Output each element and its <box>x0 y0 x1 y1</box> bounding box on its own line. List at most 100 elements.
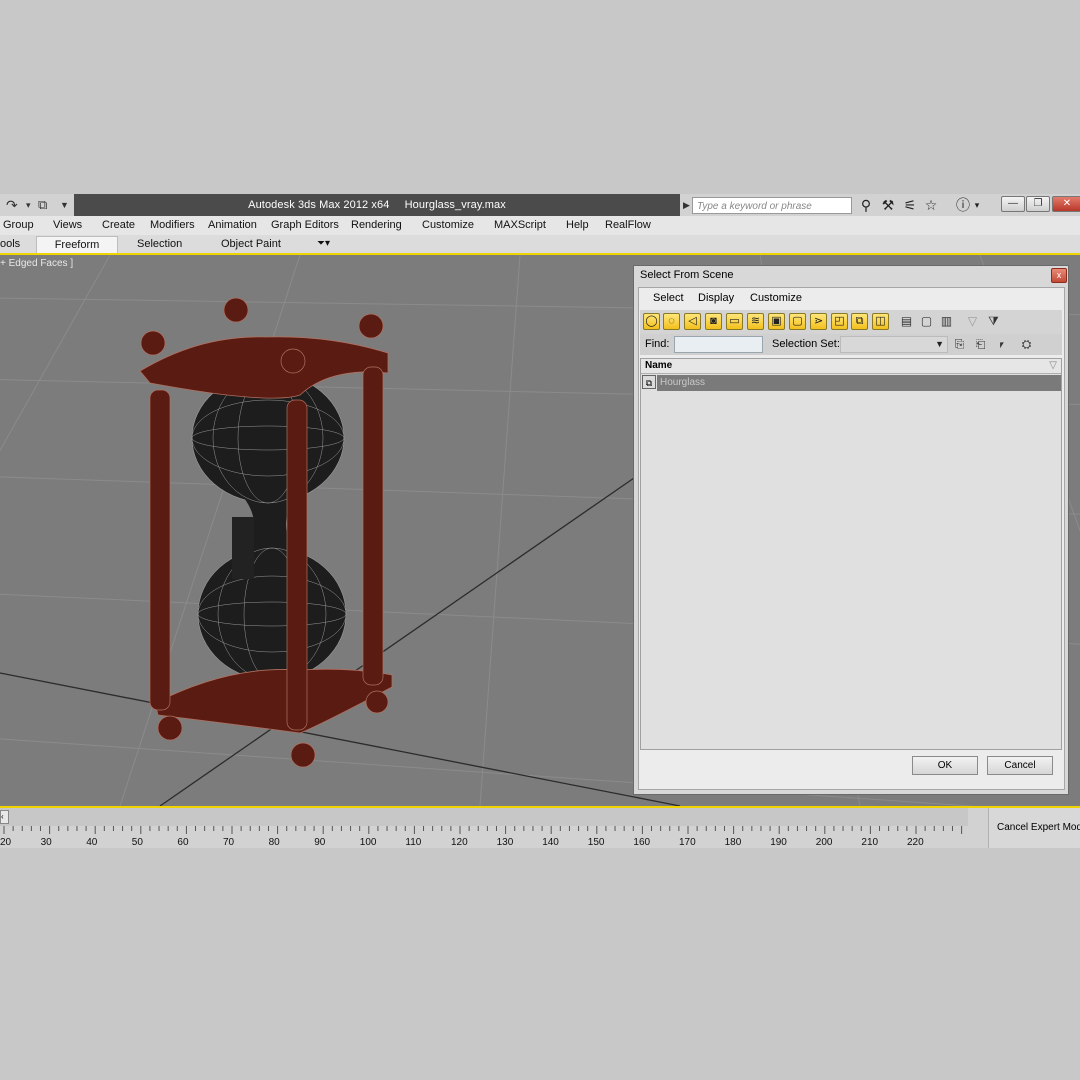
filter-icon[interactable]: ▽ <box>964 313 981 330</box>
menu-customize[interactable]: Customize <box>422 216 474 235</box>
select-none-icon[interactable]: ▢ <box>918 313 935 330</box>
menu-animation[interactable]: Animation <box>208 216 257 235</box>
frame-label: 80 <box>268 837 280 848</box>
frame-label: 190 <box>770 837 787 848</box>
menu-create[interactable]: Create <box>102 216 135 235</box>
project-folder-icon[interactable]: ⧉ <box>38 197 47 213</box>
dialog-menu-display[interactable]: Display <box>698 290 734 306</box>
menu-views[interactable]: Views <box>53 216 82 235</box>
create-selection-set-icon[interactable]: ⎘ <box>951 336 968 353</box>
filter-options-icon[interactable]: ⧩ <box>985 313 1002 330</box>
dialog-title: Select From Scene <box>640 269 734 281</box>
list-item[interactable]: Hourglass <box>657 375 1061 391</box>
satellite-icon[interactable]: ⚟ <box>900 196 920 214</box>
time-slider-track[interactable] <box>0 808 968 826</box>
frame-label: 30 <box>40 837 52 848</box>
dialog-menu-customize[interactable]: Customize <box>750 290 802 306</box>
frame-label: 50 <box>131 837 143 848</box>
display-bones-icon[interactable]: ⋗ <box>810 313 827 330</box>
display-space-warps-icon[interactable]: ≋ <box>747 313 764 330</box>
tab-object-paint[interactable]: Object Paint <box>221 236 281 252</box>
frame-label: 200 <box>815 837 833 848</box>
frame-label: 170 <box>679 837 696 848</box>
find-case-sensitive-icon[interactable]: ⛭ <box>1018 336 1035 353</box>
file-name: Hourglass_vray.max <box>404 199 506 211</box>
star-icon[interactable]: ☆ <box>921 196 941 214</box>
tab-selection[interactable]: Selection <box>137 236 182 252</box>
menu-group[interactable]: Group <box>3 216 34 235</box>
display-geometry-icon[interactable]: ◯ <box>643 313 660 330</box>
tab-freeform[interactable]: Freeform <box>36 236 118 253</box>
frame-label: 130 <box>496 837 514 848</box>
glass-lower-bulb <box>197 547 347 681</box>
menu-realflow[interactable]: RealFlow <box>605 216 651 235</box>
restore-icon[interactable]: ❐ <box>1026 196 1050 212</box>
sort-icon[interactable]: ▽ <box>1049 359 1057 373</box>
close-icon[interactable]: ✕ <box>1052 196 1080 212</box>
display-xrefs-icon[interactable]: ▢ <box>789 313 806 330</box>
ok-button[interactable]: OK <box>912 756 978 775</box>
display-helpers-icon[interactable]: ▭ <box>726 313 743 330</box>
menu-rendering[interactable]: Rendering <box>351 216 402 235</box>
viewport-label[interactable]: + Edged Faces ] <box>0 258 73 269</box>
display-containers-icon[interactable]: ◰ <box>831 313 848 330</box>
tools-icon[interactable]: ⚒ <box>878 196 898 214</box>
menu-help[interactable]: Help <box>566 216 589 235</box>
frame-label: 210 <box>861 837 879 848</box>
search-expand-icon[interactable]: ▶ <box>683 197 692 214</box>
frame-label: 40 <box>86 837 98 848</box>
select-invert-icon[interactable]: ▥ <box>938 313 955 330</box>
top-plate <box>139 336 389 399</box>
display-shapes-icon[interactable]: ◌ <box>663 313 680 330</box>
frame-label: 120 <box>451 837 468 848</box>
frame-label: 220 <box>907 837 924 848</box>
binoculars-icon[interactable]: ⚲ <box>856 196 876 214</box>
chevron-down-icon[interactable]: ▾ <box>26 197 31 213</box>
chevron-down-icon[interactable]: ▾ <box>972 196 982 214</box>
column-header-name[interactable]: Name ▽ <box>641 359 1061 374</box>
redo-icon[interactable]: ↷ <box>6 197 18 213</box>
find-input[interactable] <box>674 336 763 353</box>
frame-label: 90 <box>314 837 326 848</box>
close-icon[interactable]: x <box>1051 268 1067 283</box>
chevron-down-icon[interactable]: ▼ <box>60 197 69 213</box>
remove-from-selection-set-icon[interactable]: ⎖ <box>993 336 1010 353</box>
selection-set-dropdown[interactable]: ▼ <box>840 336 948 353</box>
minimize-icon[interactable]: — <box>1001 196 1025 212</box>
display-lights-icon[interactable]: ◁ <box>684 313 701 330</box>
frame-label: 180 <box>724 837 742 848</box>
tab-tools[interactable]: ools <box>0 236 20 252</box>
display-hidden-icon[interactable]: ◫ <box>872 313 889 330</box>
frame-label: 70 <box>223 837 235 848</box>
frame-label: 140 <box>542 837 559 848</box>
display-groups-icon[interactable]: ▣ <box>768 313 785 330</box>
selection-set-label: Selection Set: <box>772 338 840 350</box>
menu-maxscript[interactable]: MAXScript <box>494 216 546 235</box>
frame-label: 20 <box>0 837 12 848</box>
find-label: Find: <box>645 338 670 350</box>
cancel-button[interactable]: Cancel <box>987 756 1053 775</box>
bottom-plate <box>154 668 393 734</box>
add-to-selection-set-icon[interactable]: ⎗ <box>972 336 989 353</box>
display-frozen-icon[interactable]: ⧉ <box>851 313 868 330</box>
object-group-icon: ⧉ <box>642 375 656 389</box>
display-cameras-icon[interactable]: ◙ <box>705 313 722 330</box>
list-item-label: Hourglass <box>660 377 706 388</box>
search-input[interactable]: Type a keyword or phrase <box>692 197 852 214</box>
dialog-menu-select[interactable]: Select <box>653 290 684 306</box>
select-all-icon[interactable]: ▤ <box>898 313 915 330</box>
ribbon-options-icon[interactable]: ⏷▾ <box>317 236 330 252</box>
frame-label: 60 <box>177 837 189 848</box>
help-icon[interactable]: ⓘ <box>953 196 973 214</box>
frame-label: 110 <box>405 837 422 848</box>
cancel-expert-mode-button[interactable]: Cancel Expert Mode <box>988 808 1080 848</box>
scene-object-list[interactable] <box>640 358 1062 750</box>
app-title: Autodesk 3ds Max 2012 x64 <box>248 199 390 211</box>
menu-graph-editors[interactable]: Graph Editors <box>271 216 339 235</box>
frame-label: 100 <box>359 837 377 848</box>
hourglass-model <box>139 297 393 768</box>
frame-label: 160 <box>633 837 651 848</box>
menu-modifiers[interactable]: Modifiers <box>150 216 195 235</box>
time-slider-thumb[interactable]: ‹ <box>0 810 9 824</box>
chevron-down-icon: ▼ <box>935 339 944 349</box>
